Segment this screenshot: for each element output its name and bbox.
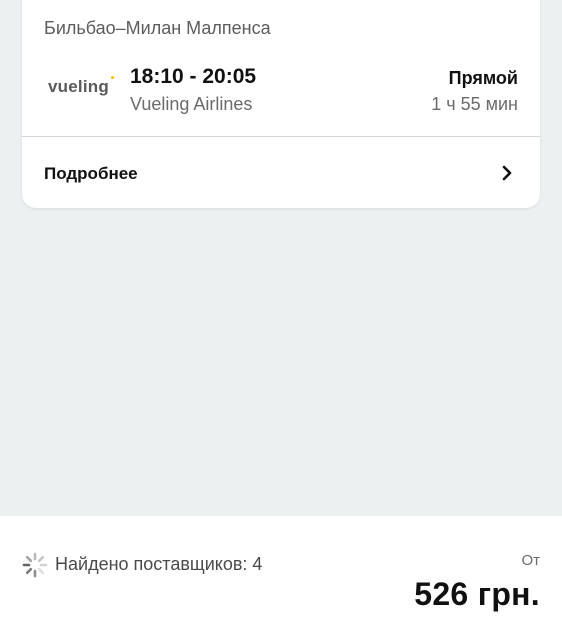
- results-footer: Найдено поставщиков: 4 От 526 грн.: [0, 516, 562, 630]
- price-from-label: От: [521, 552, 540, 569]
- flight-times: 18:10 - 20:05: [130, 65, 257, 88]
- vueling-logo: vueling: [48, 76, 114, 97]
- flight-duration: 1 ч 55 мин: [431, 94, 518, 114]
- flight-card[interactable]: Бильбао–Милан Малпенса vueling 18:10 - 2…: [22, 0, 540, 208]
- price-value[interactable]: 526 грн.: [414, 576, 540, 613]
- details-label: Подробнее: [44, 164, 138, 183]
- details-button[interactable]: Подробнее: [22, 137, 540, 207]
- loading-spinner-icon: [22, 552, 48, 578]
- stops-label: Прямой: [448, 68, 518, 88]
- logo-accent-dot: [110, 76, 114, 79]
- route-title: Бильбао–Милан Малпенса: [44, 18, 271, 38]
- providers-found-text: Найдено поставщиков: 4: [55, 554, 263, 574]
- airline-logo-text: vueling: [48, 77, 109, 96]
- chevron-right-icon: [502, 165, 512, 181]
- airline-name: Vueling Airlines: [130, 94, 253, 114]
